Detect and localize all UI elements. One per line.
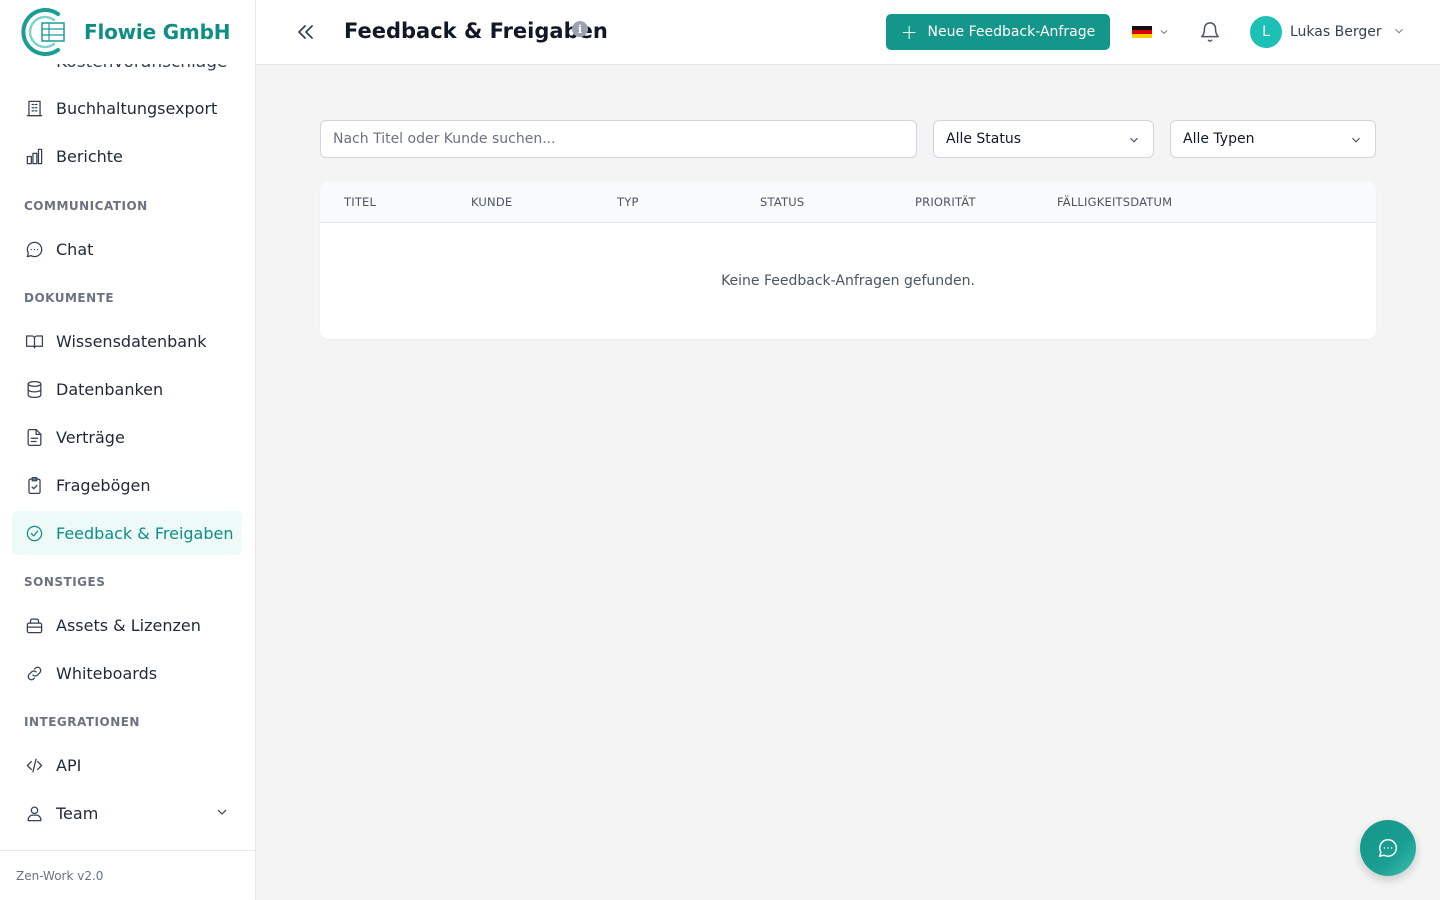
feedback-table: TITEL KUNDE TYP STATUS PRIORITÄT FÄLLIGK… [320,182,1376,339]
sidebar-item-buchhaltungsexport[interactable]: Buchhaltungsexport [12,86,242,130]
sidebar-item-api[interactable]: API [12,743,242,787]
section-communication: COMMUNICATION [24,199,148,213]
new-feedback-request-label: Neue Feedback-Anfrage [927,24,1096,40]
check-circle-icon [24,523,44,543]
status-filter-select[interactable]: Alle Status [933,120,1154,158]
column-header-prioritaet[interactable]: PRIORITÄT [915,195,976,209]
sidebar-item-chat[interactable]: Chat [12,227,242,271]
sidebar-item-berichte[interactable]: Berichte [12,134,242,178]
sidebar-item-label: Team [56,803,99,823]
sidebar: Flowie GmbH Kostenvoranschläge Buchhaltu… [0,0,256,900]
column-header-kunde[interactable]: KUNDE [471,195,512,209]
sidebar-item-label: Assets & Lizenzen [56,615,201,635]
sidebar-item-label: Chat [56,239,94,259]
chat-bubble-icon [24,239,44,259]
empty-state-message: Keine Feedback-Anfragen gefunden. [721,273,975,289]
status-filter-value: Alle Status [946,131,1022,147]
sidebar-item-label: Whiteboards [56,663,158,683]
brand-name: Flowie GmbH [84,20,231,44]
sidebar-item-label: Wissensdatenbank [56,331,207,351]
chevron-down-icon [1349,133,1363,151]
new-feedback-request-button[interactable]: + Neue Feedback-Anfrage [886,14,1110,50]
table-header: TITEL KUNDE TYP STATUS PRIORITÄT FÄLLIGK… [320,182,1376,223]
sidebar-item-kostenvoranschlaege[interactable]: Kostenvoranschläge [56,64,227,72]
column-header-typ[interactable]: TYP [617,195,639,209]
chat-support-button[interactable] [1360,820,1416,876]
chat-bubble-icon [1379,839,1398,857]
clipboard-check-icon [24,475,44,495]
version-label: Zen-Work v2.0 [0,850,255,900]
sidebar-item-vertraege[interactable]: Verträge [12,415,242,459]
brand[interactable]: Flowie GmbH [0,0,255,64]
collapse-sidebar-icon[interactable] [294,20,318,44]
page-title: Feedback & Freigaben [344,19,608,43]
sidebar-item-label: Buchhaltungsexport [56,98,218,118]
notification-bell-icon[interactable] [1199,21,1221,43]
section-sonstiges: SONSTIGES [24,575,106,589]
section-integrationen: INTEGRATIONEN [24,715,140,729]
database-icon [24,379,44,399]
top-header: Feedback & Freigaben i + Neue Feedback-A… [256,0,1440,65]
search-input[interactable] [320,120,917,158]
avatar: L [1250,16,1282,48]
chevron-down-icon [1152,23,1170,42]
section-dokumente: DOKUMENTE [24,291,115,305]
language-selector[interactable] [1132,24,1172,40]
sidebar-item-label: Datenbanken [56,379,164,399]
sidebar-item-label: Feedback & Freigaben [56,523,234,543]
user-menu[interactable]: L Lukas Berger [1250,16,1406,48]
sidebar-item-frageboegen[interactable]: Fragebögen [12,463,242,507]
chevron-down-icon [1382,23,1406,42]
user-name: Lukas Berger [1290,24,1382,40]
flowie-logo-icon [21,8,65,56]
column-header-titel[interactable]: TITEL [344,195,376,209]
document-icon [24,427,44,447]
info-icon[interactable]: i [572,21,588,37]
sidebar-item-team[interactable]: Team [12,791,242,835]
german-flag-icon [1132,25,1152,39]
type-filter-value: Alle Typen [1183,131,1255,147]
type-filter-select[interactable]: Alle Typen [1170,120,1376,158]
plus-icon: + [900,20,918,44]
sidebar-item-label: API [56,755,82,775]
sidebar-item-whiteboards[interactable]: Whiteboards [12,651,242,695]
code-icon [24,755,44,775]
chevron-down-icon [1127,133,1141,151]
sidebar-item-datenbanken[interactable]: Datenbanken [12,367,242,411]
building-icon [24,98,44,118]
book-icon [24,331,44,351]
column-header-faelligkeitsdatum[interactable]: FÄLLIGKEITSDATUM [1057,195,1172,209]
bar-chart-icon [24,146,44,166]
column-header-status[interactable]: STATUS [760,195,804,209]
users-icon [24,803,44,823]
chevron-down-icon[interactable] [214,804,230,820]
sidebar-item-assets-lizenzen[interactable]: Assets & Lizenzen [12,603,242,647]
briefcase-icon [24,615,44,635]
sidebar-item-label: Fragebögen [56,475,151,495]
sidebar-nav[interactable]: Kostenvoranschläge Buchhaltungsexport Be… [0,64,255,850]
sidebar-item-label: Berichte [56,146,123,166]
sidebar-item-feedback-freigaben[interactable]: Feedback & Freigaben [12,511,242,555]
sidebar-item-label: Verträge [56,427,125,447]
link-icon [24,663,44,683]
sidebar-item-wissensdatenbank[interactable]: Wissensdatenbank [12,319,242,363]
